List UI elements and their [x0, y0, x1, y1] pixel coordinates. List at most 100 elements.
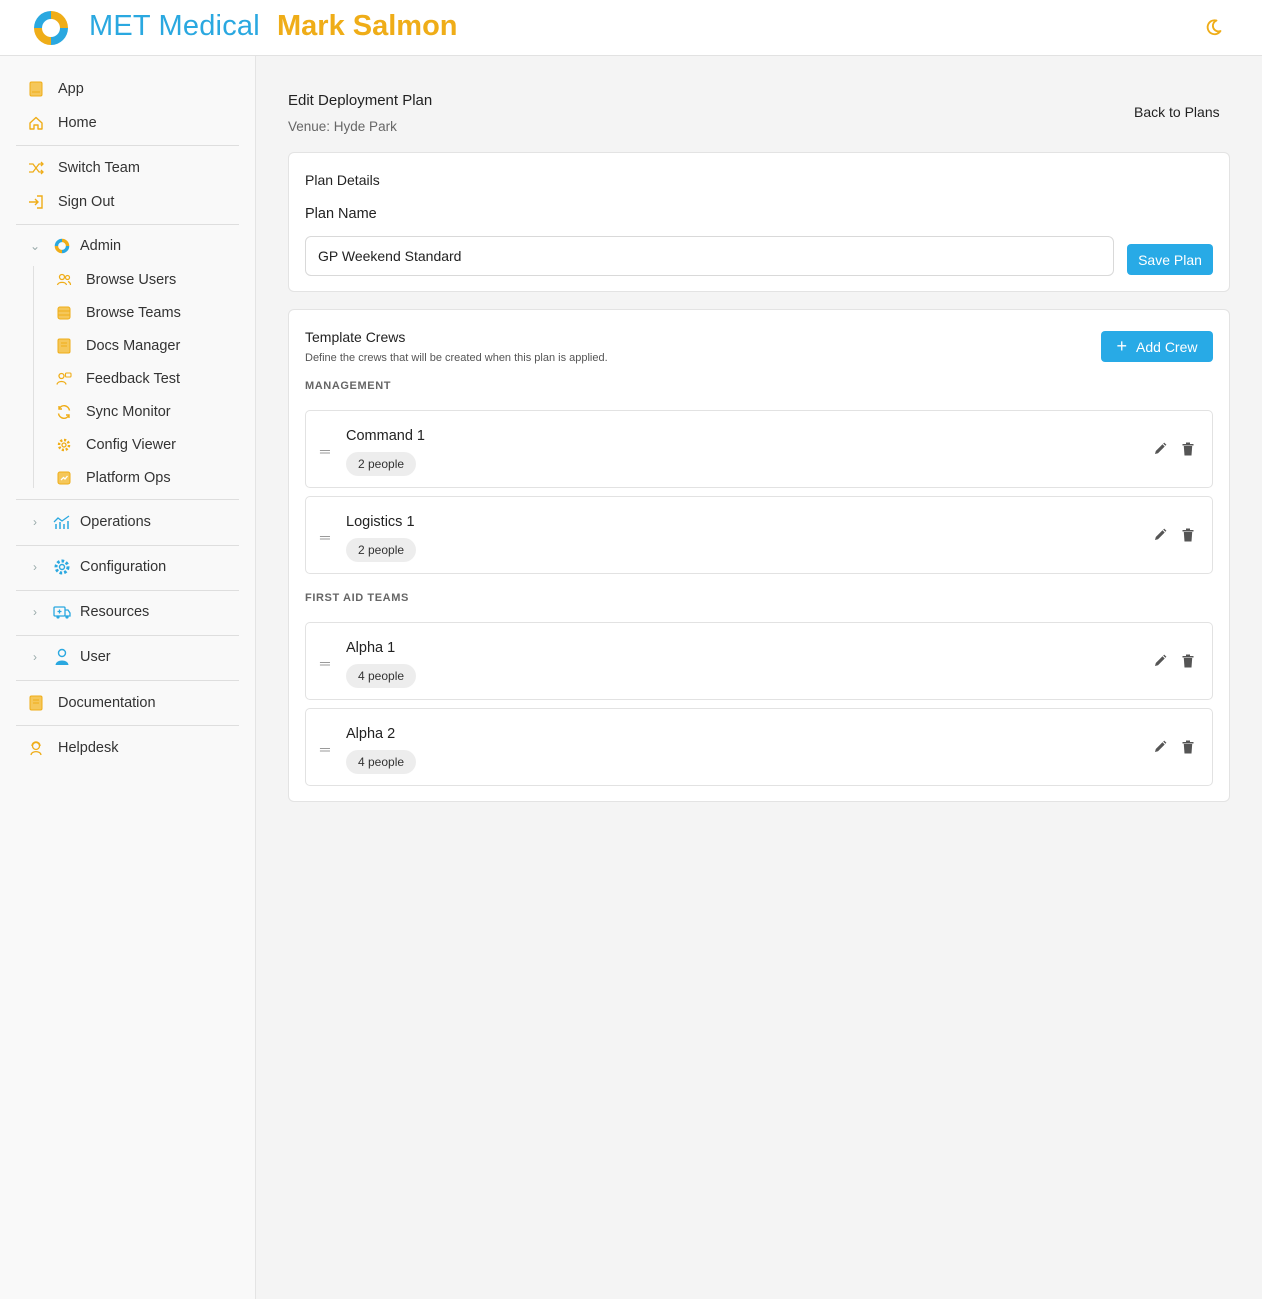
- sidebar-item-home[interactable]: Home: [16, 108, 239, 138]
- gear-icon: [53, 558, 71, 576]
- helpdesk-icon: [27, 739, 45, 757]
- crew-row[interactable]: ═ Logistics 1 2 people: [305, 496, 1213, 574]
- people-count-badge: 4 people: [346, 664, 417, 688]
- sidebar-item-platform-ops[interactable]: Platform Ops: [16, 463, 239, 493]
- drag-handle-icon[interactable]: ═: [320, 443, 332, 459]
- add-crew-label: Add Crew: [1136, 338, 1198, 355]
- sidebar-divider: [16, 499, 239, 500]
- sign-out-icon: [27, 193, 45, 211]
- chart-icon: [53, 513, 71, 531]
- people-count-badge: 2 people: [346, 538, 417, 562]
- drag-handle-icon[interactable]: ═: [320, 741, 332, 757]
- moon-icon[interactable]: [1204, 17, 1224, 37]
- sidebar-item-label: Config Viewer: [86, 437, 177, 453]
- save-plan-button[interactable]: Save Plan: [1127, 244, 1213, 275]
- sidebar-item-label: Resources: [80, 604, 150, 620]
- sidebar-item-app[interactable]: App: [16, 74, 239, 104]
- gear-icon: [55, 436, 73, 454]
- sidebar-item-label: Home: [58, 115, 97, 131]
- shuffle-icon: [27, 159, 45, 177]
- edit-icon[interactable]: [1152, 527, 1168, 543]
- sidebar-item-label: User: [80, 649, 111, 665]
- plan-name-input[interactable]: [305, 236, 1114, 276]
- section-heading: MANAGEMENT: [305, 380, 392, 392]
- drag-handle-icon[interactable]: ═: [320, 655, 332, 671]
- sidebar-item-label: Configuration: [80, 559, 167, 575]
- sidebar-item-documentation[interactable]: Documentation: [16, 688, 239, 718]
- add-crew-button[interactable]: + Add Crew: [1101, 331, 1213, 362]
- sidebar-group-admin[interactable]: ⌄ Admin: [16, 231, 239, 261]
- sidebar: App Home Switch Team Sign Out ⌄ Admin Br…: [0, 56, 256, 1299]
- met-logo-icon: [53, 237, 71, 255]
- sidebar-item-label: Operations: [80, 514, 151, 530]
- sidebar-item-docs-manager[interactable]: Docs Manager: [16, 331, 239, 361]
- sidebar-item-feedback-test[interactable]: Feedback Test: [16, 364, 239, 394]
- sidebar-group-resources[interactable]: › Resources: [16, 597, 239, 627]
- sidebar-item-browse-teams[interactable]: Browse Teams: [16, 298, 239, 328]
- crew-row[interactable]: ═ Alpha 1 4 people: [305, 622, 1213, 700]
- sidebar-divider: [16, 680, 239, 681]
- sidebar-item-label: Documentation: [58, 695, 156, 711]
- edit-icon[interactable]: [1152, 739, 1168, 755]
- sidebar-item-label: Browse Teams: [86, 305, 181, 321]
- drag-handle-icon[interactable]: ═: [320, 529, 332, 545]
- edit-icon[interactable]: [1152, 441, 1168, 457]
- crew-name: Alpha 1: [346, 640, 396, 656]
- trash-icon[interactable]: [1180, 739, 1196, 755]
- sidebar-group-operations[interactable]: › Operations: [16, 507, 239, 537]
- user-icon: [53, 648, 71, 666]
- crew-row[interactable]: ═ Command 1 2 people: [305, 410, 1213, 488]
- chevron-down-icon: ⌄: [29, 239, 41, 253]
- template-crews-card: Template Crews Define the crews that wil…: [288, 309, 1230, 802]
- met-logo-icon[interactable]: [30, 7, 72, 49]
- trash-icon[interactable]: [1180, 441, 1196, 457]
- top-bar: MET Medical Mark Salmon: [0, 0, 1262, 56]
- sidebar-item-browse-users[interactable]: Browse Users: [16, 265, 239, 295]
- current-user-name: Mark Salmon: [277, 10, 458, 42]
- people-count-badge: 4 people: [346, 750, 417, 774]
- document-icon: [55, 337, 73, 355]
- chevron-right-icon: ›: [33, 605, 37, 619]
- people-count-badge: 2 people: [346, 452, 417, 476]
- page-title: Edit Deployment Plan: [288, 92, 433, 109]
- trash-icon[interactable]: [1180, 653, 1196, 669]
- sidebar-item-label: Docs Manager: [86, 338, 181, 354]
- brand-name: MET Medical: [89, 10, 260, 42]
- chevron-right-icon: ›: [33, 650, 37, 664]
- plus-icon: +: [1116, 335, 1128, 356]
- sidebar-item-config-viewer[interactable]: Config Viewer: [16, 430, 239, 460]
- book-icon: [27, 80, 45, 98]
- home-icon: [27, 114, 45, 132]
- sidebar-divider: [16, 145, 239, 146]
- sidebar-item-label: Sign Out: [58, 194, 115, 210]
- sidebar-group-configuration[interactable]: › Configuration: [16, 552, 239, 582]
- ambulance-icon: [53, 603, 71, 621]
- sidebar-divider: [16, 635, 239, 636]
- crew-name: Alpha 2: [346, 726, 396, 742]
- sidebar-group-user[interactable]: › User: [16, 642, 239, 672]
- sidebar-item-label: Helpdesk: [58, 740, 119, 756]
- plan-details-title: Plan Details: [305, 172, 380, 188]
- sidebar-item-label: Feedback Test: [86, 371, 181, 387]
- sidebar-divider: [16, 590, 239, 591]
- sidebar-item-sign-out[interactable]: Sign Out: [16, 187, 239, 217]
- back-to-plans-link[interactable]: Back to Plans: [1134, 104, 1220, 120]
- sidebar-item-label: App: [58, 81, 84, 97]
- sidebar-item-helpdesk[interactable]: Helpdesk: [16, 733, 239, 763]
- crew-name: Logistics 1: [346, 514, 415, 530]
- sidebar-divider: [16, 725, 239, 726]
- chevron-right-icon: ›: [33, 560, 37, 574]
- venue-label: Venue: Hyde Park: [288, 119, 397, 134]
- chevron-right-icon: ›: [33, 515, 37, 529]
- platform-ops-icon: [55, 469, 73, 487]
- plan-name-label: Plan Name: [305, 206, 377, 222]
- sidebar-item-label: Browse Users: [86, 272, 177, 288]
- sidebar-item-switch-team[interactable]: Switch Team: [16, 153, 239, 183]
- trash-icon[interactable]: [1180, 527, 1196, 543]
- sidebar-divider: [16, 545, 239, 546]
- users-icon: [55, 271, 73, 289]
- crew-row[interactable]: ═ Alpha 2 4 people: [305, 708, 1213, 786]
- sidebar-item-sync-monitor[interactable]: Sync Monitor: [16, 397, 239, 427]
- sidebar-divider: [16, 224, 239, 225]
- edit-icon[interactable]: [1152, 653, 1168, 669]
